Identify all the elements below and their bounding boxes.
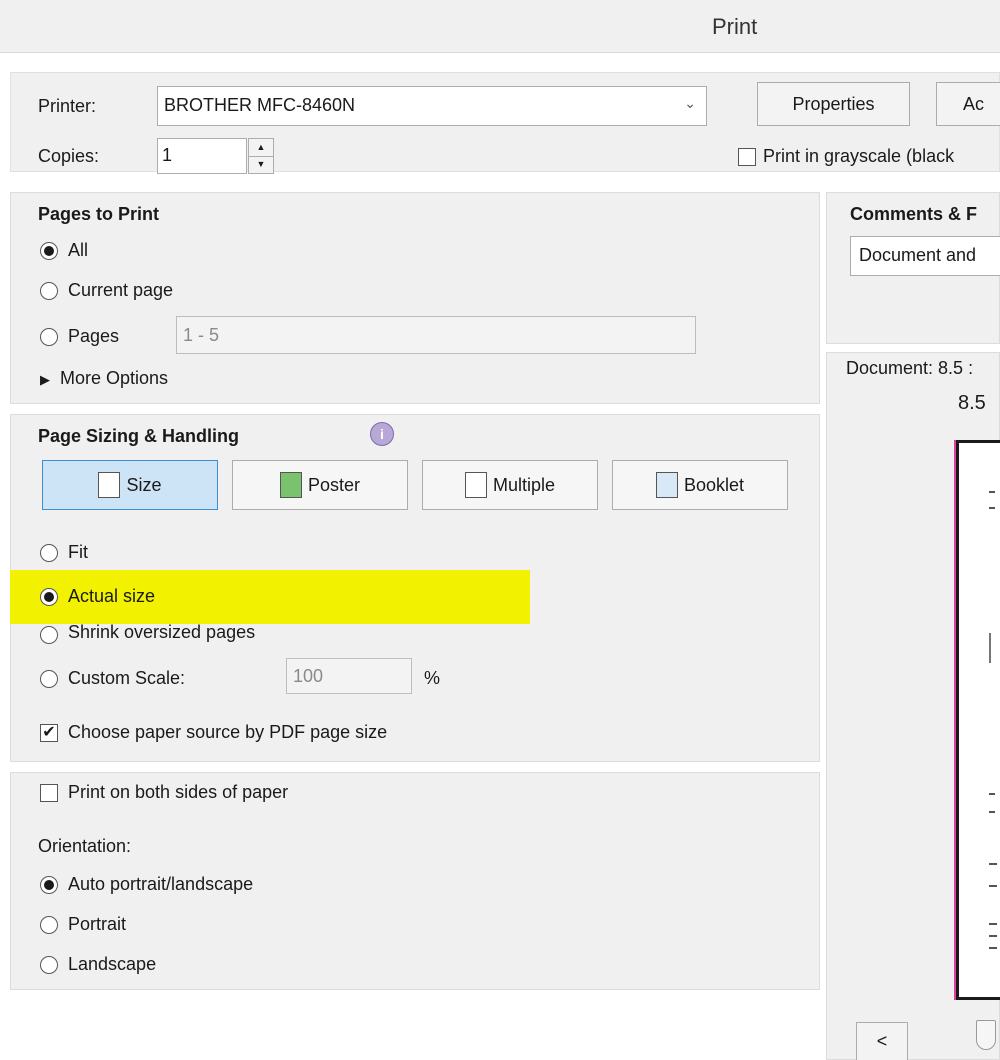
advanced-button-label: Ac: [963, 94, 985, 114]
radio-portrait[interactable]: [40, 916, 58, 934]
more-options-toggle[interactable]: ▶ More Options: [40, 368, 168, 389]
multiple-icon: [464, 472, 487, 498]
window-title: Print: [712, 14, 758, 39]
both-sides-label: Print on both sides of paper: [68, 782, 289, 802]
radio-fit[interactable]: [40, 544, 58, 562]
copies-input[interactable]: 1: [157, 138, 247, 174]
paper-source-label: Choose paper source by PDF page size: [68, 722, 388, 742]
page-slider-handle[interactable]: [976, 1020, 996, 1050]
preview-text-line: [989, 923, 997, 925]
prev-page-button[interactable]: <: [856, 1022, 908, 1060]
more-options-label: More Options: [60, 368, 169, 388]
size-mode-label: Size: [126, 474, 162, 495]
printer-select-value: BROTHER MFC-8460N: [164, 95, 356, 115]
radio-actual-size-label: Actual size: [68, 586, 156, 606]
radio-pages-label: Pages: [68, 326, 120, 346]
preview-text-line: [989, 507, 995, 509]
preview-text-line: [989, 947, 997, 949]
both-sides-checkbox[interactable]: [40, 784, 58, 802]
poster-mode-label: Poster: [307, 474, 361, 495]
comments-forms-title: Comments & F: [850, 204, 978, 224]
size-icon: [98, 472, 121, 498]
booklet-mode-label: Booklet: [683, 474, 745, 495]
booklet-icon: [655, 472, 678, 498]
pages-range-value: 1 - 5: [183, 325, 220, 345]
page-sizing-title: Page Sizing & Handling: [38, 426, 240, 446]
radio-custom-scale-label: Custom Scale:: [68, 668, 186, 688]
chevron-down-icon: ⌄: [684, 95, 696, 111]
printer-select[interactable]: BROTHER MFC-8460N ⌄: [157, 86, 707, 126]
preview-text-line: [989, 885, 997, 887]
advanced-button[interactable]: Ac: [936, 82, 1000, 126]
radio-custom-scale[interactable]: [40, 670, 58, 688]
copies-stepper[interactable]: ▲ ▼: [248, 138, 274, 174]
preview-text-line: [989, 863, 997, 865]
stepper-up-icon[interactable]: ▲: [249, 139, 273, 157]
custom-scale-input[interactable]: 100: [286, 658, 412, 694]
poster-icon: [279, 472, 302, 498]
properties-button[interactable]: Properties: [757, 82, 910, 126]
radio-shrink-oversized[interactable]: [40, 626, 58, 644]
radio-auto-orientation-label: Auto portrait/landscape: [68, 874, 254, 894]
stepper-down-icon[interactable]: ▼: [249, 156, 273, 173]
custom-scale-value: 100: [293, 666, 324, 686]
properties-button-label: Properties: [792, 94, 875, 114]
printer-label: Printer:: [38, 96, 97, 116]
page-preview: [956, 440, 1000, 1000]
radio-current-page-label: Current page: [68, 280, 174, 300]
booklet-mode-button[interactable]: Booklet: [612, 460, 788, 510]
preview-width-label: 8.5: [958, 392, 986, 414]
radio-current-page[interactable]: [40, 282, 58, 300]
preview-text-line: [989, 793, 995, 795]
radio-shrink-oversized-label: Shrink oversized pages: [68, 622, 256, 642]
radio-fit-label: Fit: [68, 542, 88, 562]
comments-forms-value: Document and: [859, 245, 977, 265]
poster-mode-button[interactable]: Poster: [232, 460, 408, 510]
grayscale-checkbox[interactable]: [738, 148, 756, 166]
radio-all[interactable]: [40, 242, 58, 260]
document-size-label: Document: 8.5 :: [846, 358, 974, 378]
radio-auto-orientation[interactable]: [40, 876, 58, 894]
radio-portrait-label: Portrait: [68, 914, 127, 934]
preview-text-line: [989, 633, 991, 663]
title-bar: [0, 0, 1000, 53]
preview-text-line: [989, 491, 995, 493]
grayscale-label: Print in grayscale (black: [763, 146, 955, 166]
size-mode-button[interactable]: Size: [42, 460, 218, 510]
paper-source-checkbox[interactable]: ✔: [40, 724, 58, 742]
radio-landscape[interactable]: [40, 956, 58, 974]
preview-text-line: [989, 935, 997, 937]
radio-landscape-label: Landscape: [68, 954, 157, 974]
multiple-mode-label: Multiple: [492, 474, 556, 495]
comments-forms-select[interactable]: Document and: [850, 236, 1000, 276]
copies-label: Copies:: [38, 146, 100, 166]
preview-text-line: [989, 811, 995, 813]
radio-all-label: All: [68, 240, 89, 260]
percent-label: %: [424, 668, 441, 688]
pages-to-print-title: Pages to Print: [38, 204, 160, 224]
copies-value: 1: [162, 145, 173, 165]
radio-pages[interactable]: [40, 328, 58, 346]
multiple-mode-button[interactable]: Multiple: [422, 460, 598, 510]
triangle-right-icon: ▶: [40, 372, 50, 387]
info-icon[interactable]: i: [370, 422, 394, 446]
prev-page-label: <: [876, 1031, 888, 1051]
orientation-label: Orientation:: [38, 836, 132, 856]
pages-range-input[interactable]: 1 - 5: [176, 316, 696, 354]
radio-actual-size[interactable]: [40, 588, 58, 606]
